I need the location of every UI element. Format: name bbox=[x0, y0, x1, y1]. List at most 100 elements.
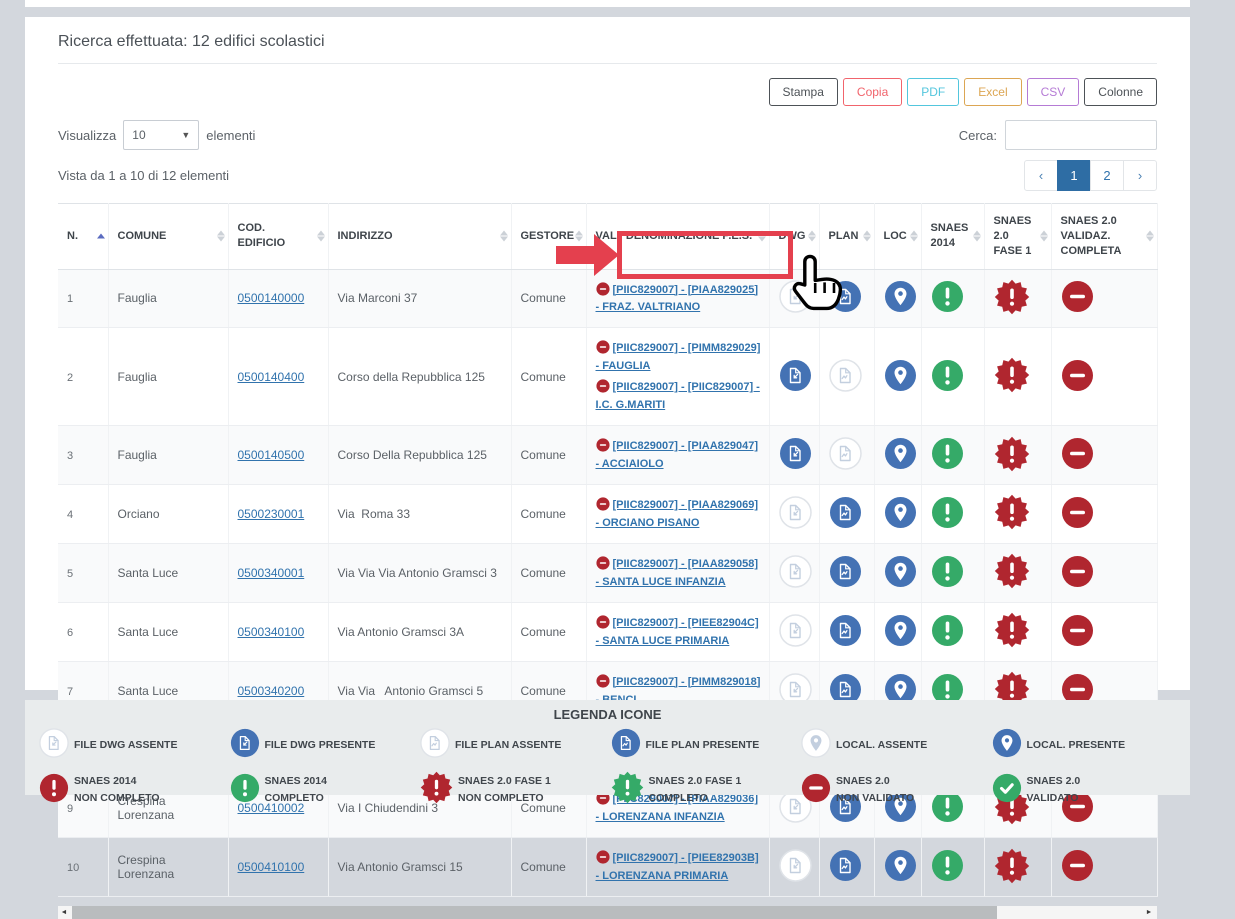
building-code-link[interactable]: 0500140500 bbox=[238, 448, 305, 462]
pagination-next-button[interactable]: › bbox=[1123, 160, 1157, 191]
gestore-cell: Comune bbox=[511, 543, 586, 602]
dwg-cell[interactable] bbox=[769, 426, 819, 485]
building-code-link[interactable]: 0500410100 bbox=[238, 860, 305, 874]
snaes20-fase1-non-completo-icon bbox=[994, 553, 1030, 589]
indirizzo-cell: Via Antonio Gramsci 3A bbox=[328, 602, 511, 661]
horizontal-scrollbar[interactable]: ◄ ► bbox=[58, 906, 1157, 919]
pagination-prev-button[interactable]: ‹ bbox=[1024, 160, 1058, 191]
file-dwg-present-icon bbox=[230, 728, 260, 758]
gestore-cell: Comune bbox=[511, 269, 586, 328]
loc-cell[interactable] bbox=[874, 485, 921, 544]
snaes20-non-validato-icon bbox=[1061, 614, 1094, 647]
copia-button[interactable]: Copia bbox=[843, 78, 902, 106]
building-code-link[interactable]: 0500340200 bbox=[238, 684, 305, 698]
legend-label: FILE PLAN ASSENTE bbox=[455, 737, 561, 754]
pes-link[interactable]: [PIIC829007] - [PIEE82903B] - LORENZANA … bbox=[596, 852, 759, 882]
pes-link[interactable]: [PIIC829007] - [PIAA829047] - ACCIAIOLO bbox=[596, 440, 759, 470]
plan-cell[interactable] bbox=[819, 543, 874, 602]
snaes20-fase1-non-completo-icon bbox=[994, 612, 1030, 648]
legend-item: SNAES 2.0 NON VALIDATO bbox=[801, 771, 986, 809]
loc-cell[interactable] bbox=[874, 328, 921, 426]
excel-button[interactable]: Excel bbox=[964, 78, 1021, 106]
building-code-link[interactable]: 0500340100 bbox=[238, 625, 305, 639]
pes-cell: [PIIC829007] - [PIEE82904C] - SANTA LUCE… bbox=[586, 602, 769, 661]
table-row: 3Fauglia0500140500Corso Della Repubblica… bbox=[58, 426, 1157, 485]
dwg-cell[interactable] bbox=[769, 328, 819, 426]
building-code-link[interactable]: 0500340001 bbox=[238, 566, 305, 580]
pes-cell: [PIIC829007] - [PIAA829025] - FRAZ. VALT… bbox=[586, 269, 769, 328]
scrollbar-thumb[interactable] bbox=[72, 906, 997, 919]
pes-link[interactable]: [PIIC829007] - [PIAA829069] - ORCIANO PI… bbox=[596, 499, 759, 529]
comune-cell: Crespina Lorenzana bbox=[108, 838, 228, 897]
pes-link[interactable]: [PIIC829007] - [PIIC829007] - I.C. G.MAR… bbox=[596, 381, 760, 411]
loc-cell[interactable] bbox=[874, 269, 921, 328]
column-header-indirizzo[interactable]: INDIRIZZO bbox=[328, 204, 511, 270]
sort-both-icon bbox=[973, 231, 981, 242]
pes-link[interactable]: [PIIC829007] - [PIAA829025] - FRAZ. VALT… bbox=[596, 284, 759, 314]
building-code-link[interactable]: 0500230001 bbox=[238, 507, 305, 521]
pes-cell: [PIIC829007] - [PIAA829069] - ORCIANO PI… bbox=[586, 485, 769, 544]
column-header-cod-edificio[interactable]: COD. EDIFICIO bbox=[228, 204, 328, 270]
plan-cell[interactable] bbox=[819, 838, 874, 897]
loc-cell[interactable] bbox=[874, 838, 921, 897]
page-length-select[interactable]: 10 ▼ bbox=[123, 120, 199, 150]
validazione-cell bbox=[1051, 485, 1157, 544]
snaes20-fase1-non-completo-icon bbox=[994, 357, 1030, 393]
building-code-link[interactable]: 0500140400 bbox=[238, 370, 305, 384]
column-header-snaes-2-0-validaz-completa[interactable]: SNAES 2.0 VALIDAZ. COMPLETA bbox=[1051, 204, 1157, 270]
sort-both-icon bbox=[500, 231, 508, 242]
loc-present-icon bbox=[884, 849, 917, 882]
column-label: SNAES 2.0 VALIDAZ. COMPLETA bbox=[1061, 215, 1122, 257]
column-header-comune[interactable]: COMUNE bbox=[108, 204, 228, 270]
column-header-dwg[interactable]: DWG bbox=[769, 204, 819, 270]
legend-label: SNAES 2.0 FASE 1 COMPLETO bbox=[649, 773, 742, 807]
plan-cell[interactable] bbox=[819, 485, 874, 544]
column-header-val-denominazione-p-e-s[interactable]: VAL.| DENOMINAZIONE P.E.S. bbox=[586, 204, 769, 270]
legend-grid: FILE DWG ASSENTEFILE DWG PRESENTEFILE PL… bbox=[39, 728, 1176, 809]
sort-both-icon bbox=[217, 231, 225, 242]
table-row: 6Santa Luce0500340100Via Antonio Gramsci… bbox=[58, 602, 1157, 661]
csv-button[interactable]: CSV bbox=[1027, 78, 1080, 106]
row-number-cell: 10 bbox=[58, 838, 108, 897]
comune-cell: Fauglia bbox=[108, 426, 228, 485]
validazione-red-icon bbox=[801, 773, 831, 803]
comune-cell: Fauglia bbox=[108, 269, 228, 328]
row-number-cell: 3 bbox=[58, 426, 108, 485]
legend-item: FILE DWG PRESENTE bbox=[230, 728, 415, 763]
file-plan-absent-icon bbox=[829, 437, 862, 470]
table-row: 10Crespina Lorenzana0500410100Via Antoni… bbox=[58, 838, 1157, 897]
row-number-cell: 2 bbox=[58, 328, 108, 426]
loc-cell[interactable] bbox=[874, 602, 921, 661]
file-dwg-absent-icon bbox=[779, 496, 812, 529]
column-header-snaes-2014[interactable]: SNAES 2014 bbox=[921, 204, 984, 270]
column-header-snaes-2-0-fase-1[interactable]: SNAES 2.0 FASE 1 bbox=[984, 204, 1051, 270]
loc-present-icon bbox=[884, 555, 917, 588]
column-header-loc[interactable]: LOC bbox=[874, 204, 921, 270]
plan-cell[interactable] bbox=[819, 269, 874, 328]
search-input[interactable] bbox=[1005, 120, 1157, 150]
column-header-plan[interactable]: PLAN bbox=[819, 204, 874, 270]
stampa-button[interactable]: Stampa bbox=[769, 78, 838, 106]
pagination-page-2[interactable]: 2 bbox=[1090, 160, 1124, 191]
column-header-n[interactable]: N. bbox=[58, 204, 108, 270]
loc-cell[interactable] bbox=[874, 543, 921, 602]
pes-link[interactable]: [PIIC829007] - [PIEE82904C] - SANTA LUCE… bbox=[596, 617, 759, 647]
snaes20-fase1-non-completo-icon bbox=[994, 436, 1030, 472]
building-code-link[interactable]: 0500140000 bbox=[238, 291, 305, 305]
comune-cell: Santa Luce bbox=[108, 543, 228, 602]
plan-cell[interactable] bbox=[819, 602, 874, 661]
pes-link[interactable]: [PIIC829007] - [PIAA829058] - SANTA LUCE… bbox=[596, 558, 759, 588]
loc-cell[interactable] bbox=[874, 426, 921, 485]
snaes2014-completo-icon bbox=[931, 437, 964, 470]
legend-item: SNAES 2.0 VALIDATO bbox=[992, 771, 1177, 809]
dwg-cell bbox=[769, 602, 819, 661]
colonne-button[interactable]: Colonne bbox=[1084, 78, 1157, 106]
pagination-page-1[interactable]: 1 bbox=[1057, 160, 1091, 191]
pdf-button[interactable]: PDF bbox=[907, 78, 959, 106]
table-row: 1Fauglia0500140000Via Marconi 37Comune[P… bbox=[58, 269, 1157, 328]
scroll-left-icon[interactable]: ◄ bbox=[58, 906, 70, 919]
scroll-right-icon[interactable]: ► bbox=[1143, 906, 1155, 919]
pes-link[interactable]: [PIIC829007] - [PIMM829029] - FAUGLIA bbox=[596, 342, 761, 372]
column-header-gestore[interactable]: GESTORE bbox=[511, 204, 586, 270]
legend-label: FILE DWG PRESENTE bbox=[265, 737, 376, 754]
